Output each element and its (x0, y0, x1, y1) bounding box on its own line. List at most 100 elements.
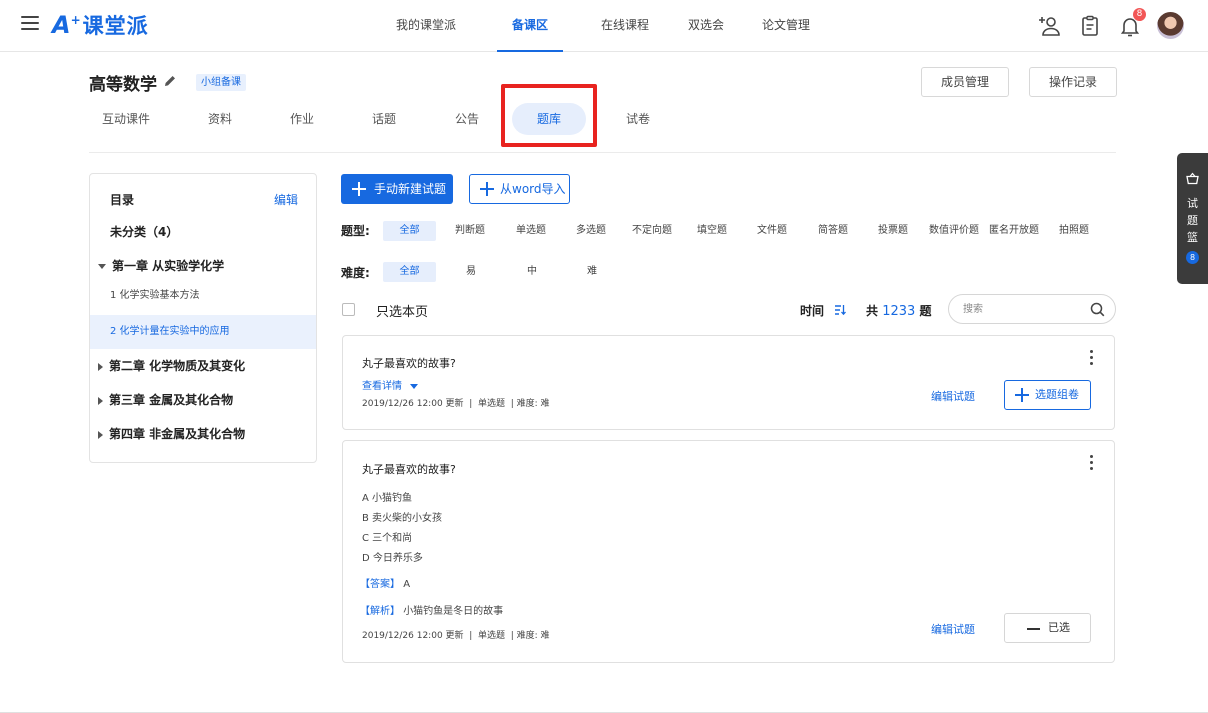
edit-question-link[interactable]: 编辑试题 (931, 388, 975, 404)
type-filter-file[interactable]: 文件题 (757, 221, 787, 241)
view-details-link[interactable]: 查看详情 (362, 377, 419, 392)
question-type-label: 题型: (341, 224, 370, 238)
page-title: 高等数学 (89, 75, 157, 95)
difficulty-filter-all[interactable]: 全部 (383, 262, 436, 282)
plus-icon (352, 182, 366, 196)
more-options-icon[interactable] (1090, 455, 1094, 471)
pencil-icon[interactable] (163, 74, 177, 88)
sidebar-item-label: 第四章 非金属及其化合物 (109, 427, 246, 441)
sidebar-item-section-1-1[interactable]: 1 化学实验基本方法 (90, 280, 316, 312)
type-filter-short-answer[interactable]: 简答题 (818, 221, 848, 241)
new-question-button[interactable]: 手动新建试题 (341, 174, 453, 204)
nav-online-course[interactable]: 在线课程 (601, 0, 649, 52)
minus-icon (1027, 628, 1040, 630)
tab-interactive-courseware[interactable]: 互动课件 (102, 103, 150, 135)
clipboard-icon[interactable] (1078, 14, 1102, 38)
question-meta: 2019/12/26 12:00 更新 | 单选题 | 难度: 难 (362, 631, 550, 641)
type-filter-anonymous-open[interactable]: 匿名开放题 (989, 221, 1039, 241)
operation-log-button[interactable]: 操作记录 (1029, 67, 1117, 97)
nav-my-classroom[interactable]: 我的课堂派 (396, 0, 456, 52)
menu-icon[interactable] (21, 16, 39, 32)
new-question-label: 手动新建试题 (374, 182, 447, 196)
avatar[interactable] (1157, 12, 1184, 39)
app-logo[interactable]: A+ 课堂派 (52, 10, 149, 40)
nav-lesson-prep[interactable]: 备课区 (497, 0, 563, 52)
analysis-value: 小猫钓鱼是冬日的故事 (403, 606, 504, 617)
type-filter-indefinite[interactable]: 不定向题 (632, 221, 672, 241)
chapter-sidebar: 目录 编辑 未分类（4） 第一章 从实验学化学 1 化学实验基本方法 2 化学计… (89, 173, 317, 463)
type-filter-all[interactable]: 全部 (383, 221, 436, 241)
sidebar-item-label: 第三章 金属及其化合物 (109, 393, 234, 407)
difficulty-label: 难度: (341, 266, 370, 280)
question-title: 丸子最喜欢的故事? (362, 463, 456, 476)
logo-mark: A+ (52, 11, 81, 39)
total-suffix: 题 (919, 304, 932, 318)
selected-button[interactable]: 已选 (1004, 613, 1091, 643)
group-prep-tag: 小组备课 (196, 74, 246, 91)
basket-icon (1186, 172, 1199, 185)
top-bar: A+ 课堂派 我的课堂派 备课区 在线课程 双选会 论文管理 8 (0, 0, 1208, 52)
basket-label-char: 题 (1187, 214, 1198, 227)
sidebar-item-label: 第一章 从实验学化学 (112, 259, 225, 273)
select-for-paper-button[interactable]: 选题组卷 (1004, 380, 1091, 410)
import-word-button[interactable]: 从word导入 (469, 174, 570, 204)
import-word-label: 从word导入 (500, 182, 566, 196)
tab-exam-papers[interactable]: 试卷 (626, 103, 650, 135)
type-filter-fill-blank[interactable]: 填空题 (697, 221, 727, 241)
question-card: 丸子最喜欢的故事? A 小猫钓鱼 B 卖火柴的小女孩 C 三个和尚 D 今日养乐… (342, 440, 1115, 663)
sidebar-item-chapter-1[interactable]: 第一章 从实验学化学 (90, 250, 316, 282)
type-filter-single-choice[interactable]: 单选题 (516, 221, 546, 241)
more-options-icon[interactable] (1090, 350, 1094, 366)
sidebar-item-chapter-4[interactable]: 第四章 非金属及其化合物 (90, 418, 316, 450)
tab-topics[interactable]: 话题 (372, 103, 396, 135)
sidebar-item-section-1-2[interactable]: 2 化学计量在实验中的应用 (90, 315, 316, 349)
option-b: B 卖火柴的小女孩 (362, 513, 443, 524)
nav-thesis[interactable]: 论文管理 (762, 0, 810, 52)
type-filter-numeric-rating[interactable]: 数值评价题 (929, 221, 979, 241)
question-meta: 2019/12/26 12:00 更新 | 单选题 | 难度: 难 (362, 399, 550, 409)
answer-line: 【答案】 A (360, 575, 410, 590)
difficulty-filter-hard[interactable]: 难 (587, 262, 597, 282)
difficulty-filter-medium[interactable]: 中 (527, 262, 537, 282)
sort-time-label[interactable]: 时间 (800, 302, 824, 319)
sort-icon[interactable] (834, 304, 846, 316)
answer-label: 【答案】 (360, 579, 400, 590)
view-details-label: 查看详情 (362, 381, 402, 392)
type-filter-photo[interactable]: 拍照题 (1059, 221, 1089, 241)
select-page-checkbox[interactable] (342, 303, 355, 316)
tab-materials[interactable]: 资料 (208, 103, 232, 135)
answer-value: A (403, 579, 411, 590)
option-c: C 三个和尚 (362, 533, 413, 544)
search-box (948, 294, 1116, 324)
sidebar-item-chapter-3[interactable]: 第三章 金属及其化合物 (90, 384, 316, 416)
type-filter-true-false[interactable]: 判断题 (455, 221, 485, 241)
search-icon[interactable] (1090, 302, 1105, 317)
selected-label: 已选 (1048, 621, 1070, 634)
caret-down-icon (410, 383, 419, 389)
add-user-icon[interactable] (1037, 14, 1061, 38)
sidebar-item-uncategorized[interactable]: 未分类（4） (90, 216, 316, 248)
tab-announcements[interactable]: 公告 (455, 103, 479, 135)
total-prefix: 共 (866, 304, 879, 318)
difficulty-filter-easy[interactable]: 易 (466, 262, 476, 282)
highlight-box (501, 84, 597, 147)
option-a: A 小猫钓鱼 (362, 493, 413, 504)
edit-question-link[interactable]: 编辑试题 (931, 621, 975, 637)
caret-right-icon (98, 430, 103, 439)
sidebar-item-label: 第二章 化学物质及其变化 (109, 359, 246, 373)
type-filter-multiple-choice[interactable]: 多选题 (576, 221, 606, 241)
member-management-button[interactable]: 成员管理 (921, 67, 1009, 97)
question-basket[interactable]: 试 题 篮 8 (1177, 153, 1208, 284)
tab-homework[interactable]: 作业 (290, 103, 314, 135)
nav-mutual-selection[interactable]: 双选会 (688, 0, 724, 52)
caret-right-icon (98, 362, 103, 371)
option-d: D 今日养乐多 (362, 553, 423, 564)
search-input[interactable] (963, 301, 1083, 317)
sidebar-item-chapter-2[interactable]: 第二章 化学物质及其变化 (90, 350, 316, 382)
basket-label-char: 试 (1187, 197, 1198, 210)
type-filter-vote[interactable]: 投票题 (878, 221, 908, 241)
total-count-number: 1233 (882, 304, 916, 319)
total-count: 共 1233 题 (866, 302, 932, 319)
sidebar-edit-link[interactable]: 编辑 (274, 191, 298, 208)
sidebar-title: 目录 (110, 193, 135, 207)
